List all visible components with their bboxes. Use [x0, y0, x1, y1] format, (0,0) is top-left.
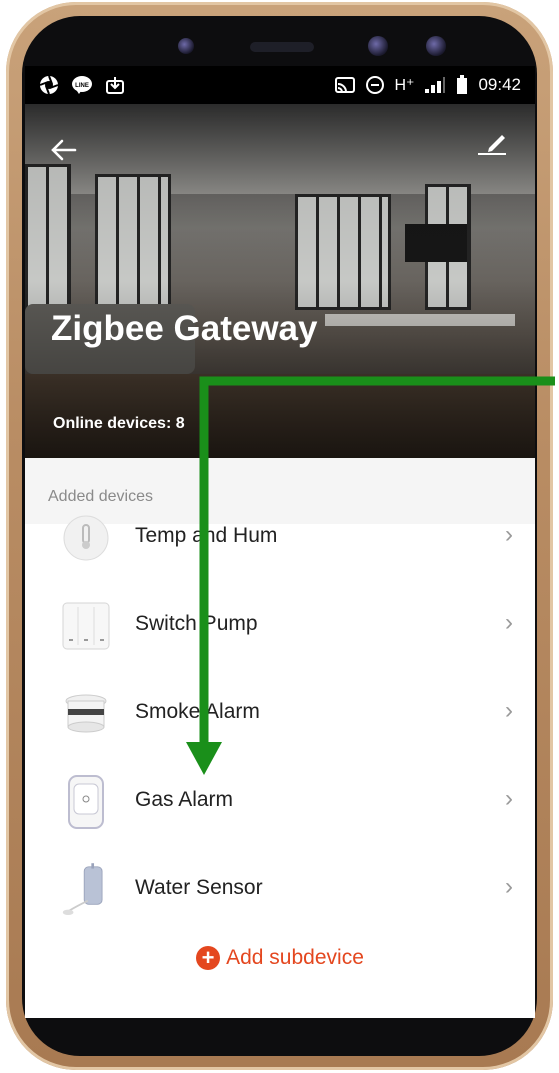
annotation-arrow — [186, 376, 555, 775]
phone-frame: LINE H⁺ 09:42 Zigbee Gateway Online devi… — [0, 0, 559, 1073]
